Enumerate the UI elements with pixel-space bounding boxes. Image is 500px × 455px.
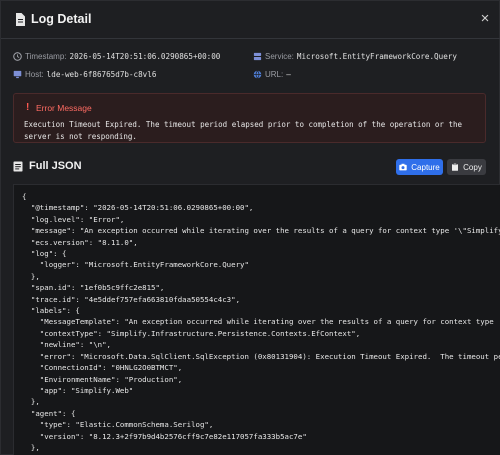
exclamation-icon: ! bbox=[26, 102, 30, 113]
copy-button[interactable]: Copy bbox=[447, 159, 486, 175]
document-icon bbox=[16, 13, 25, 26]
timestamp-value: 2026-05-14T20:51:06.0290865+00:00 bbox=[69, 52, 221, 61]
camera-icon bbox=[399, 163, 407, 171]
capture-label: Capture bbox=[411, 162, 440, 172]
json-content: { "@timestamp": "2026-05-14T20:51:06.029… bbox=[22, 192, 500, 455]
host-label: Host: bbox=[25, 70, 44, 79]
host-field: Host: lde-web-6f86765d7b-c8vl6 bbox=[13, 70, 156, 79]
server-icon bbox=[253, 52, 262, 61]
file-code-icon bbox=[13, 161, 23, 171]
log-detail-modal: Log Detail × Timestamp: 2026-05-14T20:51… bbox=[0, 0, 500, 455]
close-icon[interactable]: × bbox=[478, 11, 492, 26]
service-value: Microsoft.EntityFrameworkCore.Query bbox=[296, 52, 457, 61]
capture-button[interactable]: Capture bbox=[396, 159, 443, 175]
timestamp-label: Timestamp: bbox=[25, 52, 67, 61]
error-message-box: ! Error Message Execution Timeout Expire… bbox=[13, 93, 486, 143]
copy-label: Copy bbox=[463, 162, 482, 172]
url-field: URL: – bbox=[253, 70, 291, 79]
service-field: Service: Microsoft.EntityFrameworkCore.Q… bbox=[253, 52, 457, 61]
error-title: Error Message bbox=[36, 103, 92, 113]
clock-icon bbox=[13, 52, 22, 61]
host-value: lde-web-6f86765d7b-c8vl6 bbox=[46, 70, 157, 79]
full-json-heading: Full JSON bbox=[13, 160, 82, 172]
error-message-text: Execution Timeout Expired. The timeout p… bbox=[24, 120, 462, 141]
service-label: Service: bbox=[265, 52, 294, 61]
timestamp-field: Timestamp: 2026-05-14T20:51:06.0290865+0… bbox=[13, 52, 220, 61]
url-label: URL: bbox=[265, 70, 284, 79]
modal-title: Log Detail bbox=[31, 12, 92, 26]
url-value: – bbox=[286, 70, 291, 79]
monitor-icon bbox=[13, 70, 22, 79]
clipboard-icon bbox=[452, 163, 459, 171]
globe-icon bbox=[253, 70, 262, 79]
json-viewer[interactable]: { "@timestamp": "2026-05-14T20:51:06.029… bbox=[13, 184, 500, 455]
full-json-title: Full JSON bbox=[29, 160, 82, 172]
modal-header: Log Detail × bbox=[1, 1, 500, 39]
